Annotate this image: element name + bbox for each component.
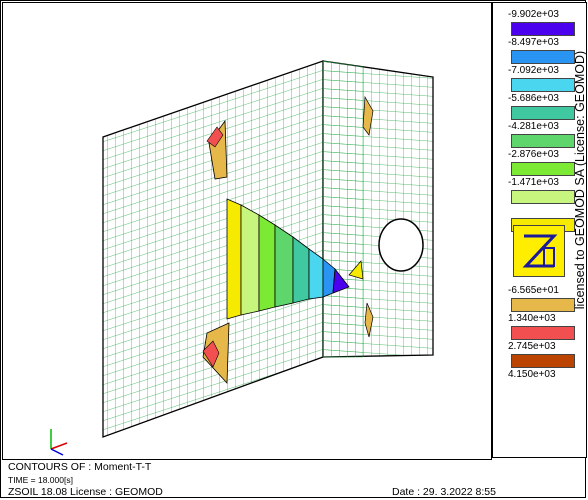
time-readout: TIME = 18.000[s] [8, 475, 73, 485]
axis-triad [50, 429, 68, 456]
legend-swatch [511, 298, 575, 312]
legend-label: -2.876e+03 [508, 149, 559, 160]
legend-label: 2.745e+03 [508, 341, 556, 352]
legend-label: -6.565e+01 [508, 285, 559, 296]
legend-swatch [511, 134, 575, 148]
legend-label: -7.092e+03 [508, 65, 559, 76]
joint-mesh [322, 60, 364, 358]
legend-swatch [511, 22, 575, 36]
legend-swatch [511, 162, 575, 176]
legend-swatch [511, 354, 575, 368]
legend-swatch [511, 106, 575, 120]
contour-legend: -9.902e+03 -8.497e+03 -7.092e+03 -5.686e+03… [492, 2, 587, 458]
legend-swatch [511, 78, 575, 92]
contours-title: CONTOURS OF : Moment-T-T [8, 461, 152, 473]
legend-label: -4.281e+03 [508, 121, 559, 132]
legend-swatch [511, 50, 575, 64]
legend-label: -9.902e+03 [508, 9, 559, 20]
software-license: ZSOIL 18.08 License : GEOMOD [8, 486, 163, 498]
legend-label: -5.686e+03 [508, 93, 559, 104]
info-footer: CONTOURS OF : Moment-T-T TIME = 18.000[s… [2, 460, 584, 498]
date-stamp: Date : 29. 3.2022 8:55 [392, 486, 496, 498]
wall-opening [378, 218, 424, 272]
legend-label: -8.497e+03 [508, 37, 559, 48]
legend-swatch [511, 190, 575, 204]
legend-label: -1.471e+03 [508, 177, 559, 188]
license-text: licensed to GEOMOD SA (License: GEOMOD) [573, 50, 587, 310]
model-view-svg[interactable] [3, 3, 491, 459]
model-viewport[interactable] [2, 2, 492, 460]
legend-label: 1.340e+03 [508, 313, 556, 324]
legend-label: 4.150e+03 [508, 369, 556, 380]
legend-swatch [511, 326, 575, 340]
zsoil-logo-icon [513, 225, 565, 277]
